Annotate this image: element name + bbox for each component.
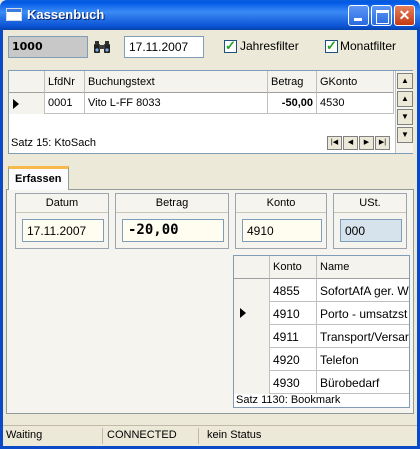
- current-row-arrow-icon: [13, 99, 19, 109]
- row-indicator-header: [9, 71, 45, 93]
- konto-lookup-grid[interactable]: Konto Name 4855 SofortAfA ger. Wi 4910 P…: [233, 255, 410, 408]
- status-state: Waiting: [3, 428, 103, 444]
- row-indicator: [234, 302, 270, 325]
- datum-group: Datum 17.11.2007: [15, 193, 109, 249]
- scroll-up-icon[interactable]: ▲: [397, 91, 413, 107]
- nav-last-icon[interactable]: ▶|: [375, 136, 390, 150]
- monatfilter-label[interactable]: Monatfilter: [340, 39, 396, 53]
- row-indicator: [234, 348, 270, 371]
- konto-input[interactable]: 4910: [242, 219, 322, 242]
- nav-prev-icon[interactable]: ◀: [343, 136, 358, 150]
- table-row[interactable]: 0001 Vito L-FF 8033 -50,00 4530: [9, 93, 394, 114]
- current-row-arrow-icon: [240, 308, 246, 318]
- column-header-buchungstext[interactable]: Buchungstext: [85, 71, 268, 93]
- row-indicator-header: [234, 256, 270, 279]
- cell-name[interactable]: Porto - umsatzst: [317, 302, 409, 325]
- cell-lfdnr[interactable]: 0001: [45, 93, 85, 114]
- ust-label: USt.: [359, 197, 381, 209]
- cell-konto[interactable]: 4855: [270, 279, 317, 302]
- ust-group: USt. 000: [333, 193, 407, 249]
- bookings-record-status: Satz 15: KtoSach: [11, 137, 96, 149]
- scroll-first-icon[interactable]: ▲: [397, 73, 413, 89]
- lookup-record-status: Satz 1130: Bookmark: [236, 394, 341, 406]
- table-row[interactable]: 4920 Telefon: [234, 348, 409, 371]
- nav-next-icon[interactable]: ▶: [359, 136, 374, 150]
- close-button[interactable]: ✕: [394, 5, 415, 26]
- bookings-vertical-scrollbar[interactable]: ▲ ▲ ▼ ▼: [395, 71, 413, 153]
- status-bar: Waiting CONNECTED kein Status: [3, 425, 417, 445]
- datum-input[interactable]: 17.11.2007: [22, 219, 104, 242]
- column-header-lfdnr[interactable]: LfdNr: [45, 71, 85, 93]
- column-header-konto[interactable]: Konto: [270, 256, 317, 279]
- table-row[interactable]: 4855 SofortAfA ger. Wi: [234, 279, 409, 302]
- cell-betrag[interactable]: -50,00: [268, 93, 317, 114]
- bookings-grid[interactable]: LfdNr Buchungstext Betrag GKonto 0001 Vi…: [8, 70, 413, 154]
- tab-erfassen[interactable]: Erfassen: [8, 166, 69, 191]
- column-header-name[interactable]: Name: [317, 256, 409, 279]
- ust-input[interactable]: 000: [340, 219, 402, 242]
- bookings-grid-header: LfdNr Buchungstext Betrag GKonto: [9, 71, 394, 93]
- minimize-button[interactable]: [348, 5, 369, 26]
- column-header-betrag[interactable]: Betrag: [268, 71, 317, 93]
- cell-name[interactable]: Transport/Versar: [317, 325, 409, 348]
- row-indicator: [234, 279, 270, 302]
- datum-label: Datum: [45, 197, 79, 209]
- jahresfilter-checkbox[interactable]: [224, 38, 237, 54]
- cell-gkonto[interactable]: 4530: [317, 93, 394, 114]
- column-header-gkonto[interactable]: GKonto: [317, 71, 394, 93]
- binoculars-icon[interactable]: [93, 40, 111, 54]
- jahresfilter-label[interactable]: Jahresfilter: [240, 39, 299, 53]
- row-indicator: [234, 371, 270, 394]
- table-row[interactable]: 4911 Transport/Versar: [234, 325, 409, 348]
- filter-date-field[interactable]: 17.11.2007: [124, 36, 204, 58]
- maximize-button[interactable]: [371, 5, 392, 26]
- cell-konto[interactable]: 4920: [270, 348, 317, 371]
- app-window-icon: [6, 8, 22, 21]
- row-indicator: [9, 93, 45, 114]
- row-indicator: [234, 325, 270, 348]
- close-icon: ✕: [398, 7, 411, 23]
- konto-label: Konto: [266, 197, 296, 209]
- konto-group: Konto 4910: [235, 193, 327, 249]
- betrag-label: Betrag: [155, 197, 189, 209]
- scroll-last-icon[interactable]: ▼: [397, 127, 413, 143]
- window-title: Kassenbuch: [27, 7, 105, 22]
- kasse-code-field[interactable]: 1000: [8, 36, 88, 58]
- scroll-down-icon[interactable]: ▼: [397, 109, 413, 125]
- cell-konto[interactable]: 4911: [270, 325, 317, 348]
- betrag-input[interactable]: -20,00: [122, 219, 224, 242]
- betrag-group: Betrag -20,00: [115, 193, 229, 249]
- status-info: kein Status: [207, 429, 262, 441]
- cell-name[interactable]: SofortAfA ger. Wi: [317, 279, 409, 302]
- cell-name[interactable]: Telefon: [317, 348, 409, 371]
- monatfilter-checkbox[interactable]: [325, 38, 338, 54]
- title-bar[interactable]: Kassenbuch ✕: [0, 0, 420, 30]
- cell-konto[interactable]: 4910: [270, 302, 317, 325]
- cell-buchungstext[interactable]: Vito L-FF 8033: [85, 93, 268, 114]
- nav-first-icon[interactable]: |◀: [327, 136, 342, 150]
- tab-strip: Erfassen: [6, 166, 414, 191]
- cell-name[interactable]: Bürobedarf: [317, 371, 409, 394]
- table-row[interactable]: 4930 Bürobedarf: [234, 371, 409, 394]
- status-connection: CONNECTED: [104, 428, 199, 444]
- table-row[interactable]: 4910 Porto - umsatzst: [234, 302, 409, 325]
- cell-konto[interactable]: 4930: [270, 371, 317, 394]
